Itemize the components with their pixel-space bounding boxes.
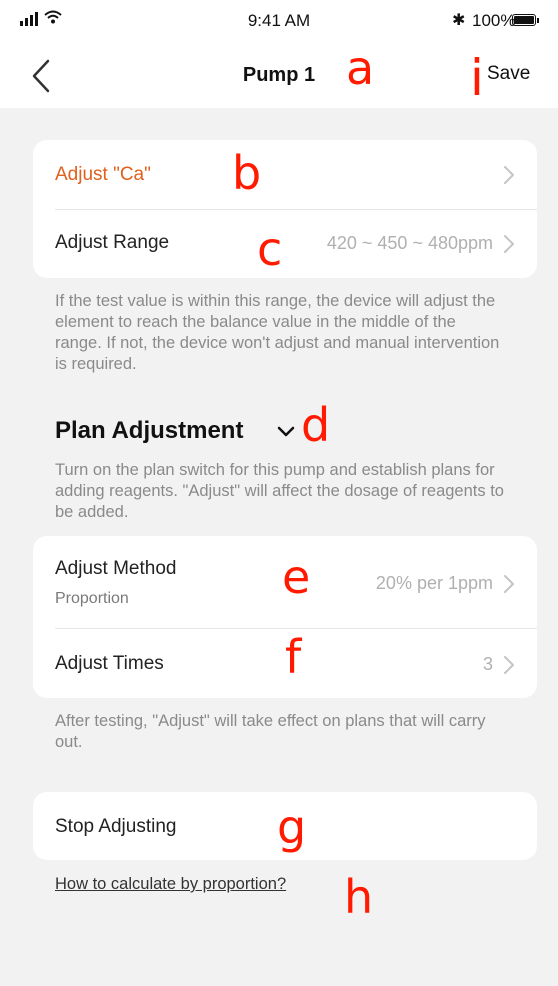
stop-adjusting-label: Stop Adjusting: [55, 816, 177, 837]
adjust-method-value: 20% per 1ppm: [375, 573, 493, 593]
how-to-calculate-link[interactable]: How to calculate by proportion?: [55, 875, 286, 894]
plan-adjustment-description: Turn on the plan switch for this pump an…: [55, 461, 504, 521]
adjust-times-value: 3: [482, 654, 493, 674]
battery-tip: [537, 18, 539, 23]
chevron-right-icon: [503, 165, 515, 185]
annotation-f: f: [285, 630, 302, 684]
battery-percentage: 100%: [472, 11, 516, 30]
adjust-range-value: 420 ~ 450 ~ 480ppm: [326, 233, 493, 253]
chevron-right-icon: [503, 234, 515, 254]
annotation-c: c: [257, 222, 283, 276]
adjust-method-subtitle: Proportion: [55, 590, 129, 607]
battery-icon: [512, 14, 536, 26]
annotation-e: e: [282, 550, 311, 604]
adjust-card: Adjust "Ca" Adjust Range 420 ~ 450 ~ 480…: [33, 140, 537, 278]
annotation-g: g: [277, 800, 307, 854]
adjust-range-label: Adjust Range: [55, 232, 170, 253]
annotation-b: b: [232, 146, 262, 200]
adjust-element-row[interactable]: Adjust "Ca": [33, 140, 537, 209]
bluetooth-icon: ✱: [452, 12, 466, 29]
chevron-right-icon: [503, 574, 515, 594]
chevron-right-icon: [503, 655, 515, 675]
adjust-method-label: Adjust Method: [55, 558, 177, 579]
status-bar: 9:41 AM ✱ 100%: [0, 0, 558, 44]
save-button[interactable]: Save: [487, 63, 530, 85]
annotation-h: h: [344, 870, 374, 924]
adjust-times-label: Adjust Times: [55, 653, 164, 674]
annotation-i: i: [470, 49, 484, 107]
plan-adjustment-heading: Plan Adjustment: [55, 417, 244, 444]
annotation-a: a: [346, 41, 375, 95]
adjust-range-row[interactable]: Adjust Range 420 ~ 450 ~ 480ppm: [33, 210, 537, 278]
range-description: If the test value is within this range, …: [55, 292, 500, 373]
chevron-down-icon[interactable]: [277, 425, 295, 437]
adjust-element-label: Adjust "Ca": [55, 164, 151, 185]
annotation-d: d: [301, 398, 331, 452]
plan-effect-note: After testing, "Adjust" will take effect…: [55, 712, 486, 751]
